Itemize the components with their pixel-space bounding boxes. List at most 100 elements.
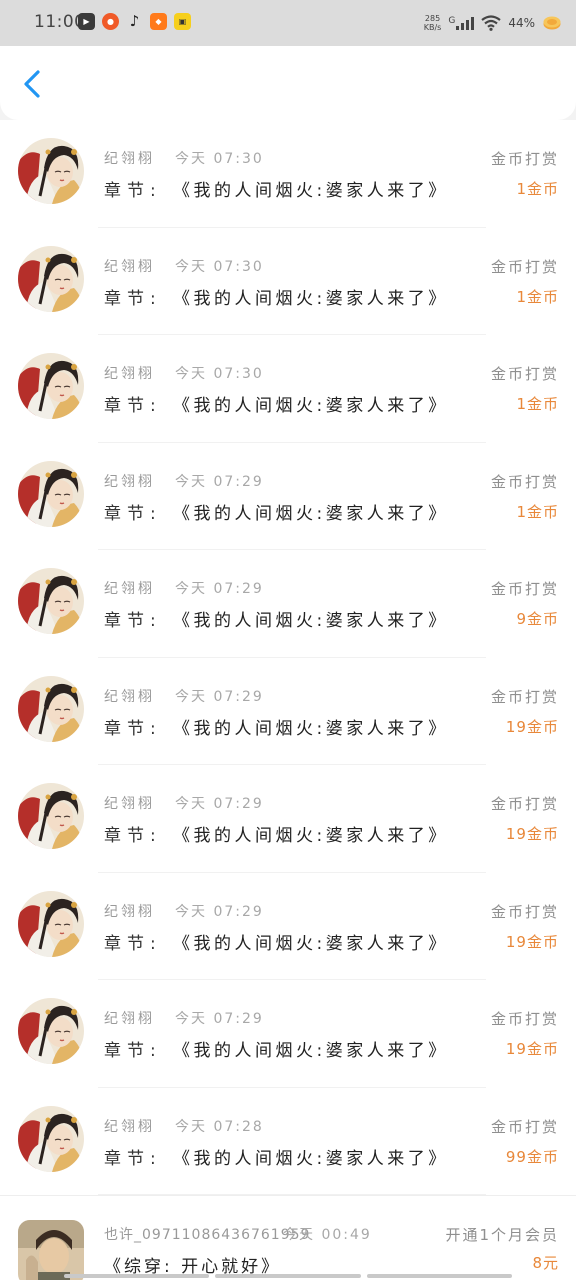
- reward-record-row[interactable]: 纪翎栩 今天 07:28 章节: 《我的人间烟火:婆家人来了》 金币打赏 99金…: [0, 1087, 576, 1195]
- reward-record-list: 纪翎栩 今天 07:30 章节: 《我的人间烟火:婆家人来了》 金币打赏 1金币: [0, 120, 576, 1195]
- network-speed: 285 KB/s: [424, 14, 442, 32]
- reward-type-label: 金币打赏: [490, 150, 559, 168]
- record-time: 今天 07:29: [175, 796, 264, 812]
- username: 纪翎栩: [104, 688, 155, 705]
- reward-record-row[interactable]: 纪翎栩 今天 07:29 章节: 《我的人间烟火:婆家人来了》 金币打赏 19金…: [0, 657, 576, 765]
- coin-unit-label: 金币: [526, 932, 559, 951]
- record-time: 今天 07:30: [175, 258, 264, 275]
- username: 纪翎栩: [104, 1118, 155, 1135]
- chapter-label: 章节:: [104, 933, 162, 954]
- reward-record-row[interactable]: 纪翎栩 今天 07:29 章节: 《我的人间烟火:婆家人来了》 金币打赏 19金…: [0, 872, 576, 980]
- tiktok-app-icon: ♪: [129, 12, 140, 30]
- reward-record-row[interactable]: 纪翎栩 今天 07:29 章节: 《我的人间烟火:婆家人来了》 金币打赏 19金…: [0, 765, 576, 873]
- record-time: 今天 07:29: [175, 688, 264, 705]
- app-icon-orange: ◆: [150, 13, 167, 30]
- chapter-label: 章节:: [104, 181, 162, 201]
- reward-type-label: 金币打赏: [490, 795, 559, 813]
- reward-amount: 8元: [532, 1254, 559, 1272]
- chapter-title: 《我的人间烟火:婆家人来了》: [173, 826, 449, 846]
- membership-record-row[interactable]: 也许_09711086436761959 今天 00:49 《综穿: 开心就好》…: [0, 1195, 576, 1280]
- reward-amount-value: 1: [516, 180, 527, 198]
- reward-amount: 19金币: [506, 823, 559, 844]
- chapter-label: 章节:: [104, 611, 162, 631]
- chapter-label: 章节:: [104, 288, 162, 309]
- record-time: 今天 07:30: [175, 151, 264, 167]
- avatar[interactable]: [18, 568, 84, 634]
- chapter-title: 《我的人间烟火:婆家人来了》: [173, 1041, 449, 1061]
- nav-header: [0, 46, 576, 120]
- record-time: 今天 07:29: [175, 473, 264, 490]
- reward-record-row[interactable]: 纪翎栩 今天 07:30 章节: 《我的人间烟火:婆家人来了》 金币打赏 1金币: [0, 227, 576, 335]
- username: 纪翎栩: [104, 258, 155, 275]
- network-speed-value: 285: [424, 14, 441, 23]
- username: 纪翎栩: [104, 1011, 155, 1027]
- chapter-label: 章节:: [104, 826, 162, 846]
- avatar[interactable]: [18, 998, 84, 1064]
- avatar[interactable]: [18, 1105, 84, 1172]
- username: 纪翎栩: [104, 903, 155, 920]
- chapter-title: 《我的人间烟火:婆家人来了》: [173, 503, 449, 524]
- coin-unit-label: 金币: [526, 180, 559, 198]
- avatar[interactable]: [18, 1220, 84, 1280]
- username: 纪翎栩: [104, 581, 155, 597]
- reward-type-label: 金币打赏: [490, 1117, 559, 1136]
- avatar[interactable]: [18, 890, 84, 957]
- reward-type-label: 金币打赏: [490, 902, 559, 921]
- coin-unit-label: 金币: [526, 825, 559, 843]
- reward-amount: 19金币: [506, 716, 559, 737]
- wifi-icon: [481, 15, 502, 31]
- status-bar: 11:00 ▶ ● ♪ ◆ ▣ 285 KB/s G 44%: [0, 0, 576, 46]
- chapter-label: 章节:: [104, 1041, 162, 1061]
- reward-amount: 19金币: [506, 1038, 559, 1059]
- reward-type-label: 金币打赏: [490, 365, 559, 383]
- reward-amount-value: 19: [505, 1040, 527, 1058]
- reward-amount-value: 9: [516, 610, 527, 628]
- reward-record-row[interactable]: 纪翎栩 今天 07:29 章节: 《我的人间烟火:婆家人来了》 金币打赏 19金…: [0, 980, 576, 1088]
- coin-unit-label: 金币: [526, 395, 559, 413]
- chapter-title: 《我的人间烟火:婆家人来了》: [173, 396, 449, 416]
- chapter-title: 《我的人间烟火:婆家人来了》: [173, 933, 449, 954]
- taobao-app-icon: ●: [102, 13, 119, 30]
- avatar[interactable]: [18, 783, 84, 849]
- coin-unit-label: 金币: [526, 1040, 559, 1058]
- reward-amount-value: 1: [516, 395, 527, 413]
- avatar[interactable]: [18, 353, 84, 419]
- youku-app-icon: ▶: [78, 13, 95, 30]
- username: 纪翎栩: [104, 796, 155, 812]
- avatar[interactable]: [18, 460, 84, 527]
- avatar[interactable]: [18, 245, 84, 312]
- coin-unit-label: 金币: [526, 502, 559, 521]
- coin-status-icon: [543, 16, 561, 30]
- username: 也许_09711086436761959: [104, 1227, 311, 1243]
- reward-record-row[interactable]: 纪翎栩 今天 07:29 章节: 《我的人间烟火:婆家人来了》 金币打赏 9金币: [0, 550, 576, 658]
- reward-amount: 99金币: [506, 1146, 559, 1167]
- home-indicator: [64, 1274, 512, 1278]
- reward-record-row[interactable]: 纪翎栩 今天 07:30 章节: 《我的人间烟火:婆家人来了》 金币打赏 1金币: [0, 335, 576, 443]
- username: 纪翎栩: [104, 151, 155, 167]
- reward-amount-value: 19: [505, 825, 527, 843]
- chapter-title: 《我的人间烟火:婆家人来了》: [173, 288, 449, 309]
- reward-type-label: 金币打赏: [490, 257, 559, 276]
- chapter-title: 《我的人间烟火:婆家人来了》: [173, 1148, 449, 1169]
- back-chevron-left-icon[interactable]: [16, 66, 48, 102]
- reward-record-row[interactable]: 纪翎栩 今天 07:30 章节: 《我的人间烟火:婆家人来了》 金币打赏 1金币: [0, 120, 576, 228]
- chapter-label: 章节:: [104, 503, 162, 524]
- reward-amount: 1金币: [516, 501, 559, 522]
- reward-type-label: 开通1个月会员: [445, 1226, 559, 1244]
- reward-amount: 1金币: [516, 286, 559, 307]
- coin-unit-label: 金币: [526, 287, 559, 306]
- reward-amount: 19金币: [506, 931, 559, 952]
- battery-percent: 44%: [508, 16, 535, 30]
- avatar[interactable]: [18, 138, 84, 204]
- username: 纪翎栩: [104, 366, 155, 382]
- chapter-label: 章节:: [104, 396, 162, 416]
- coin-unit-label: 金币: [526, 610, 559, 628]
- status-right-group: 285 KB/s G 44%: [424, 10, 562, 36]
- record-time: 今天 07:28: [175, 1118, 264, 1135]
- avatar[interactable]: [18, 675, 84, 742]
- signal-bars-icon: [456, 16, 475, 30]
- reward-amount: 1金币: [516, 393, 559, 414]
- reward-amount-value: 1: [516, 502, 527, 521]
- reward-record-row[interactable]: 纪翎栩 今天 07:29 章节: 《我的人间烟火:婆家人来了》 金币打赏 1金币: [0, 442, 576, 550]
- reward-type-label: 金币打赏: [490, 1010, 559, 1028]
